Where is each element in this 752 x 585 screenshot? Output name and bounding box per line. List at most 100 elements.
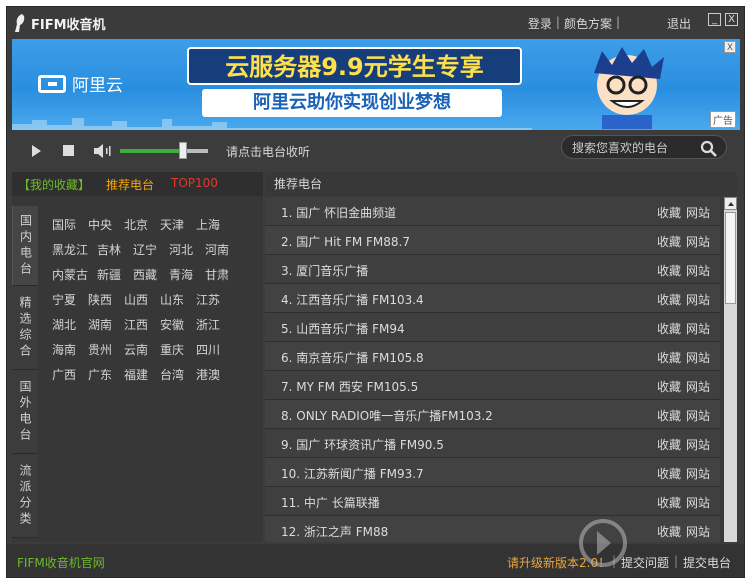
- station-row[interactable]: 1. 国广 怀旧金曲频道 收藏 网站: [265, 197, 720, 226]
- station-name[interactable]: 3. 厦门音乐广播: [281, 262, 368, 279]
- region-link[interactable]: 内蒙古: [52, 266, 97, 283]
- region-link[interactable]: 北京: [124, 216, 160, 233]
- website-link[interactable]: 网站: [686, 233, 710, 250]
- scrollbar-thumb[interactable]: [725, 212, 736, 304]
- region-link[interactable]: 青海: [169, 266, 205, 283]
- website-link[interactable]: 网站: [686, 320, 710, 337]
- region-link[interactable]: 福建: [124, 366, 160, 383]
- station-name[interactable]: 12. 浙江之声 FM88: [281, 523, 388, 540]
- region-link[interactable]: 天津: [160, 216, 196, 233]
- website-link[interactable]: 网站: [686, 204, 710, 221]
- favorite-link[interactable]: 收藏: [657, 320, 681, 337]
- region-link[interactable]: 河北: [169, 241, 205, 258]
- color-scheme-link[interactable]: 颜色方案: [564, 15, 612, 32]
- favorite-link[interactable]: 收藏: [657, 465, 681, 482]
- favorite-link[interactable]: 收藏: [657, 494, 681, 511]
- region-link[interactable]: 中央: [88, 216, 124, 233]
- station-row[interactable]: 5. 山西音乐广播 FM94 收藏 网站: [265, 313, 720, 342]
- station-row[interactable]: 6. 南京音乐广播 FM105.8 收藏 网站: [265, 342, 720, 371]
- vertical-tab[interactable]: 国内电台: [12, 206, 38, 286]
- search-icon[interactable]: [700, 140, 718, 158]
- favorite-link[interactable]: 收藏: [657, 233, 681, 250]
- station-row[interactable]: 11. 中广 长篇联播 收藏 网站: [265, 487, 720, 516]
- region-link[interactable]: 安徽: [160, 316, 196, 333]
- ad-banner[interactable]: 阿里云 云服务器9.9元学生专享 阿里云助你实现创业梦想 X 广告: [12, 39, 740, 130]
- region-link[interactable]: 宁夏: [52, 291, 88, 308]
- favorite-link[interactable]: 收藏: [657, 378, 681, 395]
- ad-close-button[interactable]: X: [724, 41, 736, 53]
- close-button[interactable]: X: [725, 13, 738, 26]
- favorite-link[interactable]: 收藏: [657, 436, 681, 453]
- volume-icon[interactable]: [92, 142, 114, 160]
- volume-slider[interactable]: [120, 142, 208, 159]
- vertical-tab[interactable]: 流派分类: [12, 454, 38, 538]
- station-row[interactable]: 7. MY FM 西安 FM105.5 收藏 网站: [265, 371, 720, 400]
- region-link[interactable]: 浙江: [196, 316, 232, 333]
- station-row[interactable]: 10. 江苏新闻广播 FM93.7 收藏 网站: [265, 458, 720, 487]
- minimize-button[interactable]: _: [708, 13, 721, 26]
- website-link[interactable]: 网站: [686, 262, 710, 279]
- website-link[interactable]: 网站: [686, 291, 710, 308]
- station-scrollbar[interactable]: [724, 197, 737, 542]
- volume-slider-handle[interactable]: [179, 142, 188, 159]
- station-row[interactable]: 3. 厦门音乐广播 收藏 网站: [265, 255, 720, 284]
- station-row[interactable]: 8. ONLY RADIO唯一音乐广播FM103.2 收藏 网站: [265, 400, 720, 429]
- region-link[interactable]: 广东: [88, 366, 124, 383]
- station-name[interactable]: 2. 国广 Hit FM FM88.7: [281, 233, 410, 250]
- region-link[interactable]: 贵州: [88, 341, 124, 358]
- station-name[interactable]: 4. 江西音乐广播 FM103.4: [281, 291, 424, 308]
- vertical-tab[interactable]: 国外电台: [12, 370, 38, 454]
- station-name[interactable]: 5. 山西音乐广播 FM94: [281, 320, 405, 337]
- exit-link[interactable]: 退出: [667, 15, 691, 32]
- vertical-tab[interactable]: 精选综合: [12, 286, 38, 370]
- station-name[interactable]: 1. 国广 怀旧金曲频道: [281, 204, 396, 221]
- region-link[interactable]: 河南: [205, 241, 241, 258]
- station-row[interactable]: 2. 国广 Hit FM FM88.7 收藏 网站: [265, 226, 720, 255]
- region-link[interactable]: 新疆: [97, 266, 133, 283]
- region-link[interactable]: 山西: [124, 291, 160, 308]
- website-link[interactable]: 网站: [686, 465, 710, 482]
- favorite-link[interactable]: 收藏: [657, 262, 681, 279]
- region-link[interactable]: 云南: [124, 341, 160, 358]
- region-link[interactable]: 黑龙江: [52, 241, 97, 258]
- region-link[interactable]: 山东: [160, 291, 196, 308]
- station-name[interactable]: 8. ONLY RADIO唯一音乐广播FM103.2: [281, 407, 493, 424]
- search-input[interactable]: [570, 139, 694, 157]
- station-name[interactable]: 10. 江苏新闻广播 FM93.7: [281, 465, 424, 482]
- website-link[interactable]: 网站: [686, 407, 710, 424]
- tab-recommended[interactable]: 推荐电台: [106, 176, 154, 193]
- stop-icon[interactable]: [63, 145, 74, 156]
- region-link[interactable]: 海南: [52, 341, 88, 358]
- region-link[interactable]: 国际: [52, 216, 88, 233]
- favorite-link[interactable]: 收藏: [657, 407, 681, 424]
- favorite-link[interactable]: 收藏: [657, 291, 681, 308]
- region-link[interactable]: 西藏: [133, 266, 169, 283]
- region-link[interactable]: 广西: [52, 366, 88, 383]
- region-link[interactable]: 江西: [124, 316, 160, 333]
- region-link[interactable]: 湖南: [88, 316, 124, 333]
- region-link[interactable]: 陕西: [88, 291, 124, 308]
- website-link[interactable]: 网站: [686, 436, 710, 453]
- scroll-up-icon[interactable]: [724, 197, 737, 210]
- station-row[interactable]: 4. 江西音乐广播 FM103.4 收藏 网站: [265, 284, 720, 313]
- region-link[interactable]: 四川: [196, 341, 232, 358]
- region-link[interactable]: 台湾: [160, 366, 196, 383]
- region-link[interactable]: 港澳: [196, 366, 232, 383]
- website-link[interactable]: 网站: [686, 349, 710, 366]
- tab-top100[interactable]: TOP100: [171, 176, 218, 190]
- favorite-link[interactable]: 收藏: [657, 349, 681, 366]
- region-link[interactable]: 甘肃: [205, 266, 241, 283]
- region-link[interactable]: 重庆: [160, 341, 196, 358]
- station-name[interactable]: 9. 国广 环球资讯广播 FM90.5: [281, 436, 444, 453]
- region-link[interactable]: 吉林: [97, 241, 133, 258]
- station-name[interactable]: 7. MY FM 西安 FM105.5: [281, 378, 418, 395]
- website-link[interactable]: 网站: [686, 378, 710, 395]
- region-link[interactable]: 湖北: [52, 316, 88, 333]
- website-link[interactable]: 网站: [686, 494, 710, 511]
- official-site-link[interactable]: FIFM收音机官网: [17, 554, 105, 571]
- login-link[interactable]: 登录: [528, 15, 552, 32]
- station-name[interactable]: 6. 南京音乐广播 FM105.8: [281, 349, 424, 366]
- play-icon[interactable]: [32, 145, 41, 157]
- station-name[interactable]: 11. 中广 长篇联播: [281, 494, 380, 511]
- station-row[interactable]: 9. 国广 环球资讯广播 FM90.5 收藏 网站: [265, 429, 720, 458]
